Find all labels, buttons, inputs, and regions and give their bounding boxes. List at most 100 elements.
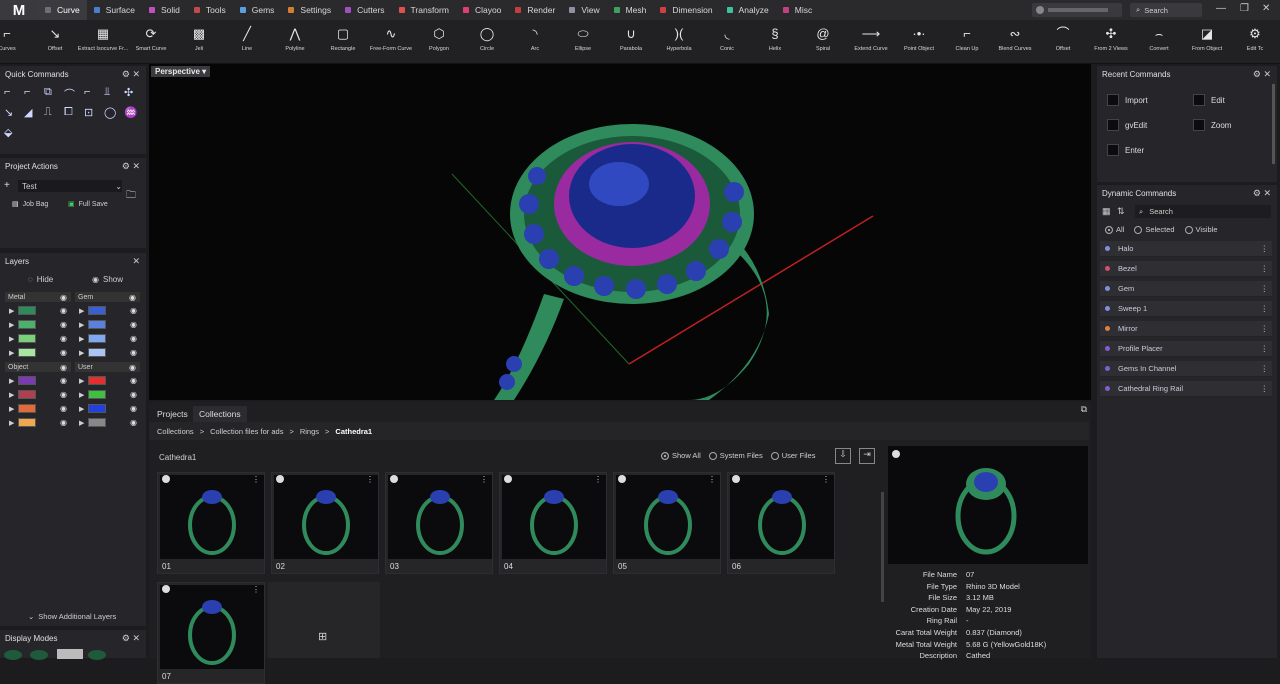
quick-command-icon[interactable]: ✣: [124, 86, 133, 99]
eye-icon[interactable]: ◉: [130, 348, 137, 357]
tool-jeli[interactable]: ▩ Jeli: [174, 22, 224, 62]
eye-icon[interactable]: ◉: [130, 390, 137, 399]
eye-icon[interactable]: ◉: [60, 390, 67, 399]
export-icon[interactable]: ⇥: [859, 448, 875, 464]
layer-color-swatch[interactable]: [18, 306, 37, 315]
more-options-icon[interactable]: ⋮: [1261, 264, 1269, 273]
scrollbar[interactable]: [1272, 84, 1275, 164]
layer-row[interactable]: ▶ ◉: [5, 374, 71, 387]
thumbnail-item[interactable]: ⋮ 04: [499, 472, 607, 574]
tool-curves[interactable]: ⌐ Curves: [0, 22, 32, 62]
tool-rectangle[interactable]: ▢ Rectangle: [318, 22, 368, 62]
eye-icon[interactable]: ◉: [60, 320, 67, 329]
eye-icon[interactable]: ◉: [60, 363, 67, 372]
expand-arrow-icon[interactable]: ▶: [9, 307, 14, 315]
menu-tab-transform[interactable]: Transform: [392, 0, 456, 20]
layer-color-swatch[interactable]: [88, 348, 107, 357]
menu-tab-cutters[interactable]: Cutters: [338, 0, 391, 20]
more-options-icon[interactable]: ⋮: [480, 475, 488, 484]
eye-icon[interactable]: ◉: [130, 334, 137, 343]
add-item-tile[interactable]: ⊞: [268, 582, 380, 658]
menu-tab-misc[interactable]: Misc: [776, 0, 819, 20]
dynamic-command-item[interactable]: Profile Placer ⋮: [1100, 341, 1272, 357]
eye-icon[interactable]: ◉: [60, 404, 67, 413]
layer-row[interactable]: ▶ ◉: [75, 304, 141, 317]
layer-row[interactable]: ▶ ◉: [75, 402, 141, 415]
layer-row[interactable]: ▶ ◉: [5, 416, 71, 429]
thumbnail-item[interactable]: ⋮ 06: [727, 472, 835, 574]
tool-smart-curve[interactable]: ⟳ Smart Curve: [126, 22, 176, 62]
eye-icon[interactable]: ◉: [130, 404, 137, 413]
more-options-icon[interactable]: ⋮: [252, 475, 260, 484]
tool-clean-up[interactable]: ⌐ Clean Up: [942, 22, 992, 62]
recent-edit-button[interactable]: Edit: [1193, 94, 1225, 106]
filter-show-all[interactable]: Show All: [661, 451, 701, 461]
eye-icon[interactable]: ◉: [130, 376, 137, 385]
expand-arrow-icon[interactable]: ▶: [79, 391, 84, 399]
more-options-icon[interactable]: ⋮: [1261, 324, 1269, 333]
eye-icon[interactable]: ◉: [129, 363, 136, 372]
project-select[interactable]: Test ⌄: [18, 180, 122, 192]
show-additional-layers-button[interactable]: ⌄ Show Additional Layers: [28, 612, 116, 621]
thumbnail-item[interactable]: ⋮ 02: [271, 472, 379, 574]
recent-enter-button[interactable]: Enter: [1107, 144, 1144, 156]
tool-spiral[interactable]: @ Spiral: [798, 22, 848, 62]
layer-row[interactable]: ▶ ◉: [75, 346, 141, 359]
tab-collections[interactable]: Collections: [193, 406, 247, 422]
menu-tab-dimension[interactable]: Dimension: [653, 0, 719, 20]
filter-visible[interactable]: Visible: [1184, 225, 1218, 235]
show-layers-button[interactable]: ◉ Show: [92, 275, 123, 284]
tool-extract-isocurve-fr-[interactable]: ▦ Extract Isocurve Fr...: [78, 22, 128, 62]
layer-color-swatch[interactable]: [88, 390, 107, 399]
tool-blend-curves[interactable]: ∾ Blend Curves: [990, 22, 1040, 62]
expand-arrow-icon[interactable]: ▶: [9, 335, 14, 343]
layer-color-swatch[interactable]: [18, 390, 37, 399]
grid-view-icon[interactable]: ▦: [1102, 206, 1111, 217]
layer-color-swatch[interactable]: [18, 418, 37, 427]
tool-polyline[interactable]: ⋀ Polyline: [270, 22, 320, 62]
menu-tab-curve[interactable]: Curve: [38, 0, 87, 20]
expand-arrow-icon[interactable]: ▶: [79, 321, 84, 329]
more-options-icon[interactable]: ⋮: [822, 475, 830, 484]
layer-row[interactable]: ▶ ◉: [75, 318, 141, 331]
tool-arc[interactable]: ◝ Arc: [510, 22, 560, 62]
maximize-icon[interactable]: ❐: [1240, 3, 1249, 14]
layer-color-swatch[interactable]: [88, 418, 107, 427]
filter-user-files[interactable]: User Files: [770, 451, 815, 461]
menu-tab-tools[interactable]: Tools: [187, 0, 233, 20]
tool-offset[interactable]: ↘ Offset: [30, 22, 80, 62]
tool-polygon[interactable]: ⬡ Polygon: [414, 22, 464, 62]
filter-all[interactable]: All: [1105, 225, 1124, 235]
tool-parabola[interactable]: ∪ Parabola: [606, 22, 656, 62]
sort-icon[interactable]: ⇅: [1117, 206, 1125, 217]
menu-tab-gems[interactable]: Gems: [233, 0, 282, 20]
thumbnail-item[interactable]: ⋮ 01: [157, 472, 265, 574]
app-logo[interactable]: M: [0, 0, 38, 20]
breadcrumb-collections[interactable]: Collections: [157, 427, 194, 436]
quick-command-icon[interactable]: ⧠: [64, 106, 73, 119]
import-icon[interactable]: ⇩: [835, 448, 851, 464]
thumbnail-item[interactable]: ⋮ 07: [157, 582, 265, 684]
quick-command-icon[interactable]: ◯: [104, 106, 116, 119]
dynamic-command-item[interactable]: Gems In Channel ⋮: [1100, 361, 1272, 377]
breadcrumb-rings[interactable]: Rings: [300, 427, 319, 436]
recent-gvedit-button[interactable]: gvEdit: [1107, 119, 1147, 131]
thumbnail-item[interactable]: ⋮ 05: [613, 472, 721, 574]
layer-row[interactable]: ▶ ◉: [5, 332, 71, 345]
eye-icon[interactable]: ◉: [60, 334, 67, 343]
close-icon[interactable]: ✕: [1262, 3, 1270, 14]
tool-circle[interactable]: ◯ Circle: [462, 22, 512, 62]
more-options-icon[interactable]: ⋮: [594, 475, 602, 484]
quick-command-icon[interactable]: ⌐: [84, 86, 90, 98]
layer-row[interactable]: ▶ ◉: [5, 318, 71, 331]
dynamic-command-item[interactable]: Gem ⋮: [1100, 281, 1272, 297]
tool-from-object[interactable]: ◪ From Object: [1182, 22, 1232, 62]
recent-zoom-button[interactable]: Zoom: [1193, 119, 1231, 131]
eye-icon[interactable]: ◉: [60, 418, 67, 427]
expand-arrow-icon[interactable]: ▶: [79, 377, 84, 385]
panel-settings-icon[interactable]: ⚙ ✕: [1253, 188, 1271, 199]
quick-command-icon[interactable]: ⌐: [24, 86, 30, 98]
menu-tab-view[interactable]: View: [562, 0, 606, 20]
layer-color-swatch[interactable]: [88, 376, 107, 385]
tool-ellipse[interactable]: ⬭ Ellipse: [558, 22, 608, 62]
